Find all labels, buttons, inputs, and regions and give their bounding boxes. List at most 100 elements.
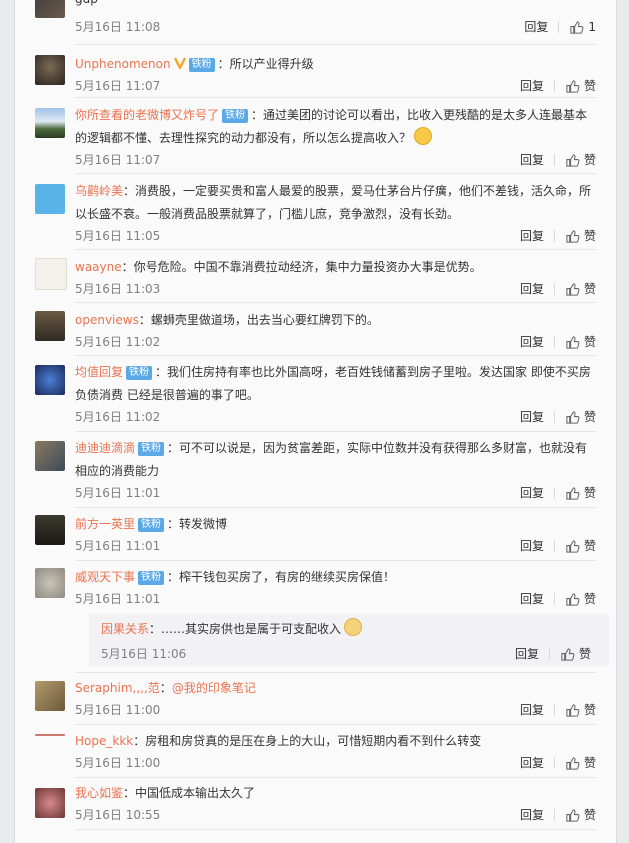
thumbs-up-icon (566, 592, 580, 606)
reply-button[interactable]: 回复 (524, 17, 548, 37)
username-link[interactable]: 迪迪迪滴滴 (75, 441, 135, 455)
avatar[interactable] (35, 441, 65, 471)
reply-button[interactable]: 回复 (515, 644, 539, 664)
reply-button[interactable]: 回复 (520, 536, 544, 556)
thumbs-up-icon (566, 539, 580, 553)
like-button[interactable]: 赞 (565, 76, 596, 96)
nested-reply: 因果关系：……其实房供也是属于可支配收入 5月16日 11:06 回复 赞 (89, 614, 609, 666)
avatar[interactable] (35, 108, 65, 138)
avatar[interactable] (35, 515, 65, 545)
thumbs-up-icon (566, 229, 580, 243)
fan-badge[interactable]: 铁粉 (138, 518, 165, 532)
avatar[interactable] (35, 788, 65, 818)
username-link[interactable]: openviews (75, 313, 139, 327)
fan-badge[interactable]: 铁粉 (138, 442, 165, 456)
username-link[interactable]: waayne (75, 260, 122, 274)
username-link[interactable]: Unphenomenon (75, 57, 171, 71)
reply-button[interactable]: 回复 (520, 589, 544, 609)
avatar[interactable] (35, 568, 65, 598)
reply-button[interactable]: 回复 (520, 805, 544, 825)
comment-time: 5月16日 11:02 (75, 410, 161, 424)
comment-text: 你号危险。中国不靠消费拉动经济，集中力量投资办大事是优势。 (133, 260, 482, 274)
reply-button[interactable]: 回复 (520, 483, 544, 503)
comment-time: 5月16日 11:01 (75, 486, 161, 500)
like-label: 赞 (583, 486, 596, 500)
avatar[interactable] (35, 184, 65, 214)
divider (75, 249, 596, 250)
divider (75, 97, 596, 98)
colon: ： (251, 108, 264, 122)
thumbs-up-icon (566, 282, 580, 296)
like-button[interactable]: 1 (569, 17, 596, 37)
comment-time: 5月16日 10:55 (75, 808, 161, 822)
like-button[interactable]: 赞 (565, 226, 596, 246)
like-button[interactable]: 赞 (565, 700, 596, 720)
avatar[interactable] (35, 0, 65, 18)
like-button[interactable]: 赞 (560, 644, 591, 664)
divider (553, 283, 555, 295)
thumbs-up-icon (566, 703, 580, 717)
comment-text: 消费股，一定要买贵和富人最爱的股票，爱马仕茅台片仔癀，他们不差钱，活久命，所以长… (75, 184, 592, 221)
like-button[interactable]: 赞 (565, 753, 596, 773)
like-button[interactable]: 赞 (565, 407, 596, 427)
avatar[interactable] (35, 55, 65, 85)
reply-button[interactable]: 回复 (520, 76, 544, 96)
like-button[interactable]: 赞 (565, 332, 596, 352)
reply-button[interactable]: 回复 (520, 332, 544, 352)
username-link[interactable]: 前方一英里 (75, 517, 135, 531)
reply-button[interactable]: 回复 (520, 753, 544, 773)
like-label: 赞 (583, 229, 596, 243)
like-button[interactable]: 赞 (565, 483, 596, 503)
reply-button[interactable]: 回复 (520, 226, 544, 246)
avatar[interactable] (35, 365, 65, 395)
divider (75, 302, 596, 303)
avatar[interactable] (35, 681, 65, 711)
like-label: 赞 (583, 153, 596, 167)
reply-button[interactable]: 回复 (520, 700, 544, 720)
comment-time: 5月16日 11:06 (101, 647, 187, 661)
like-label: 赞 (583, 79, 596, 93)
thumbs-up-icon (566, 79, 580, 93)
comment-list-panel: gdp 5月16日 11:08 回复 1 Unphenomenon铁粉：所以产业… (14, 0, 617, 843)
divider (553, 809, 555, 821)
like-button[interactable]: 赞 (565, 589, 596, 609)
like-button[interactable]: 赞 (565, 536, 596, 556)
divider (75, 672, 596, 673)
username-link[interactable]: 因果关系 (101, 622, 149, 636)
colon: ： (167, 570, 180, 584)
divider (553, 154, 555, 166)
divider (553, 487, 555, 499)
fan-badge[interactable]: 铁粉 (138, 571, 165, 585)
like-button[interactable]: 赞 (565, 279, 596, 299)
username-link[interactable]: Seraphim,,,,范 (75, 681, 160, 695)
username-link[interactable]: Hope_kkk (75, 734, 133, 748)
username-link[interactable]: 乌鹳岭美 (75, 184, 123, 198)
divider (75, 560, 596, 561)
reply-button[interactable]: 回复 (520, 150, 544, 170)
divider (553, 411, 555, 423)
fan-badge[interactable]: 铁粉 (222, 109, 249, 123)
comment-text: 转发微博 (179, 517, 228, 531)
comment-text: ……其实房供也是属于可支配收入 (161, 622, 342, 636)
like-button[interactable]: 赞 (565, 805, 596, 825)
comment-text: 螺蛳壳里做道场，出去当心要红牌罚下的。 (150, 313, 379, 327)
colon: ： (217, 57, 230, 71)
thumbs-up-icon (566, 486, 580, 500)
username-link[interactable]: 均值回复 (75, 365, 123, 379)
like-button[interactable]: 赞 (565, 150, 596, 170)
username-link[interactable]: 我心如鉴 (75, 786, 123, 800)
like-label: 赞 (583, 410, 596, 424)
reply-button[interactable]: 回复 (520, 279, 544, 299)
reply-button[interactable]: 回复 (520, 407, 544, 427)
like-label: 赞 (583, 808, 596, 822)
fan-badge[interactable]: 铁粉 (126, 366, 153, 380)
comment-time: 5月16日 11:07 (75, 79, 161, 93)
verified-icon (173, 57, 186, 69)
avatar[interactable] (35, 258, 67, 290)
avatar[interactable] (35, 311, 65, 341)
comment-time: 5月16日 11:01 (75, 539, 161, 553)
fan-badge[interactable]: 铁粉 (188, 58, 215, 72)
username-link[interactable]: 威观天下事 (75, 570, 135, 584)
username-link[interactable]: 你所查看的老微博又炸号了 (75, 108, 219, 122)
avatar[interactable] (35, 734, 65, 736)
